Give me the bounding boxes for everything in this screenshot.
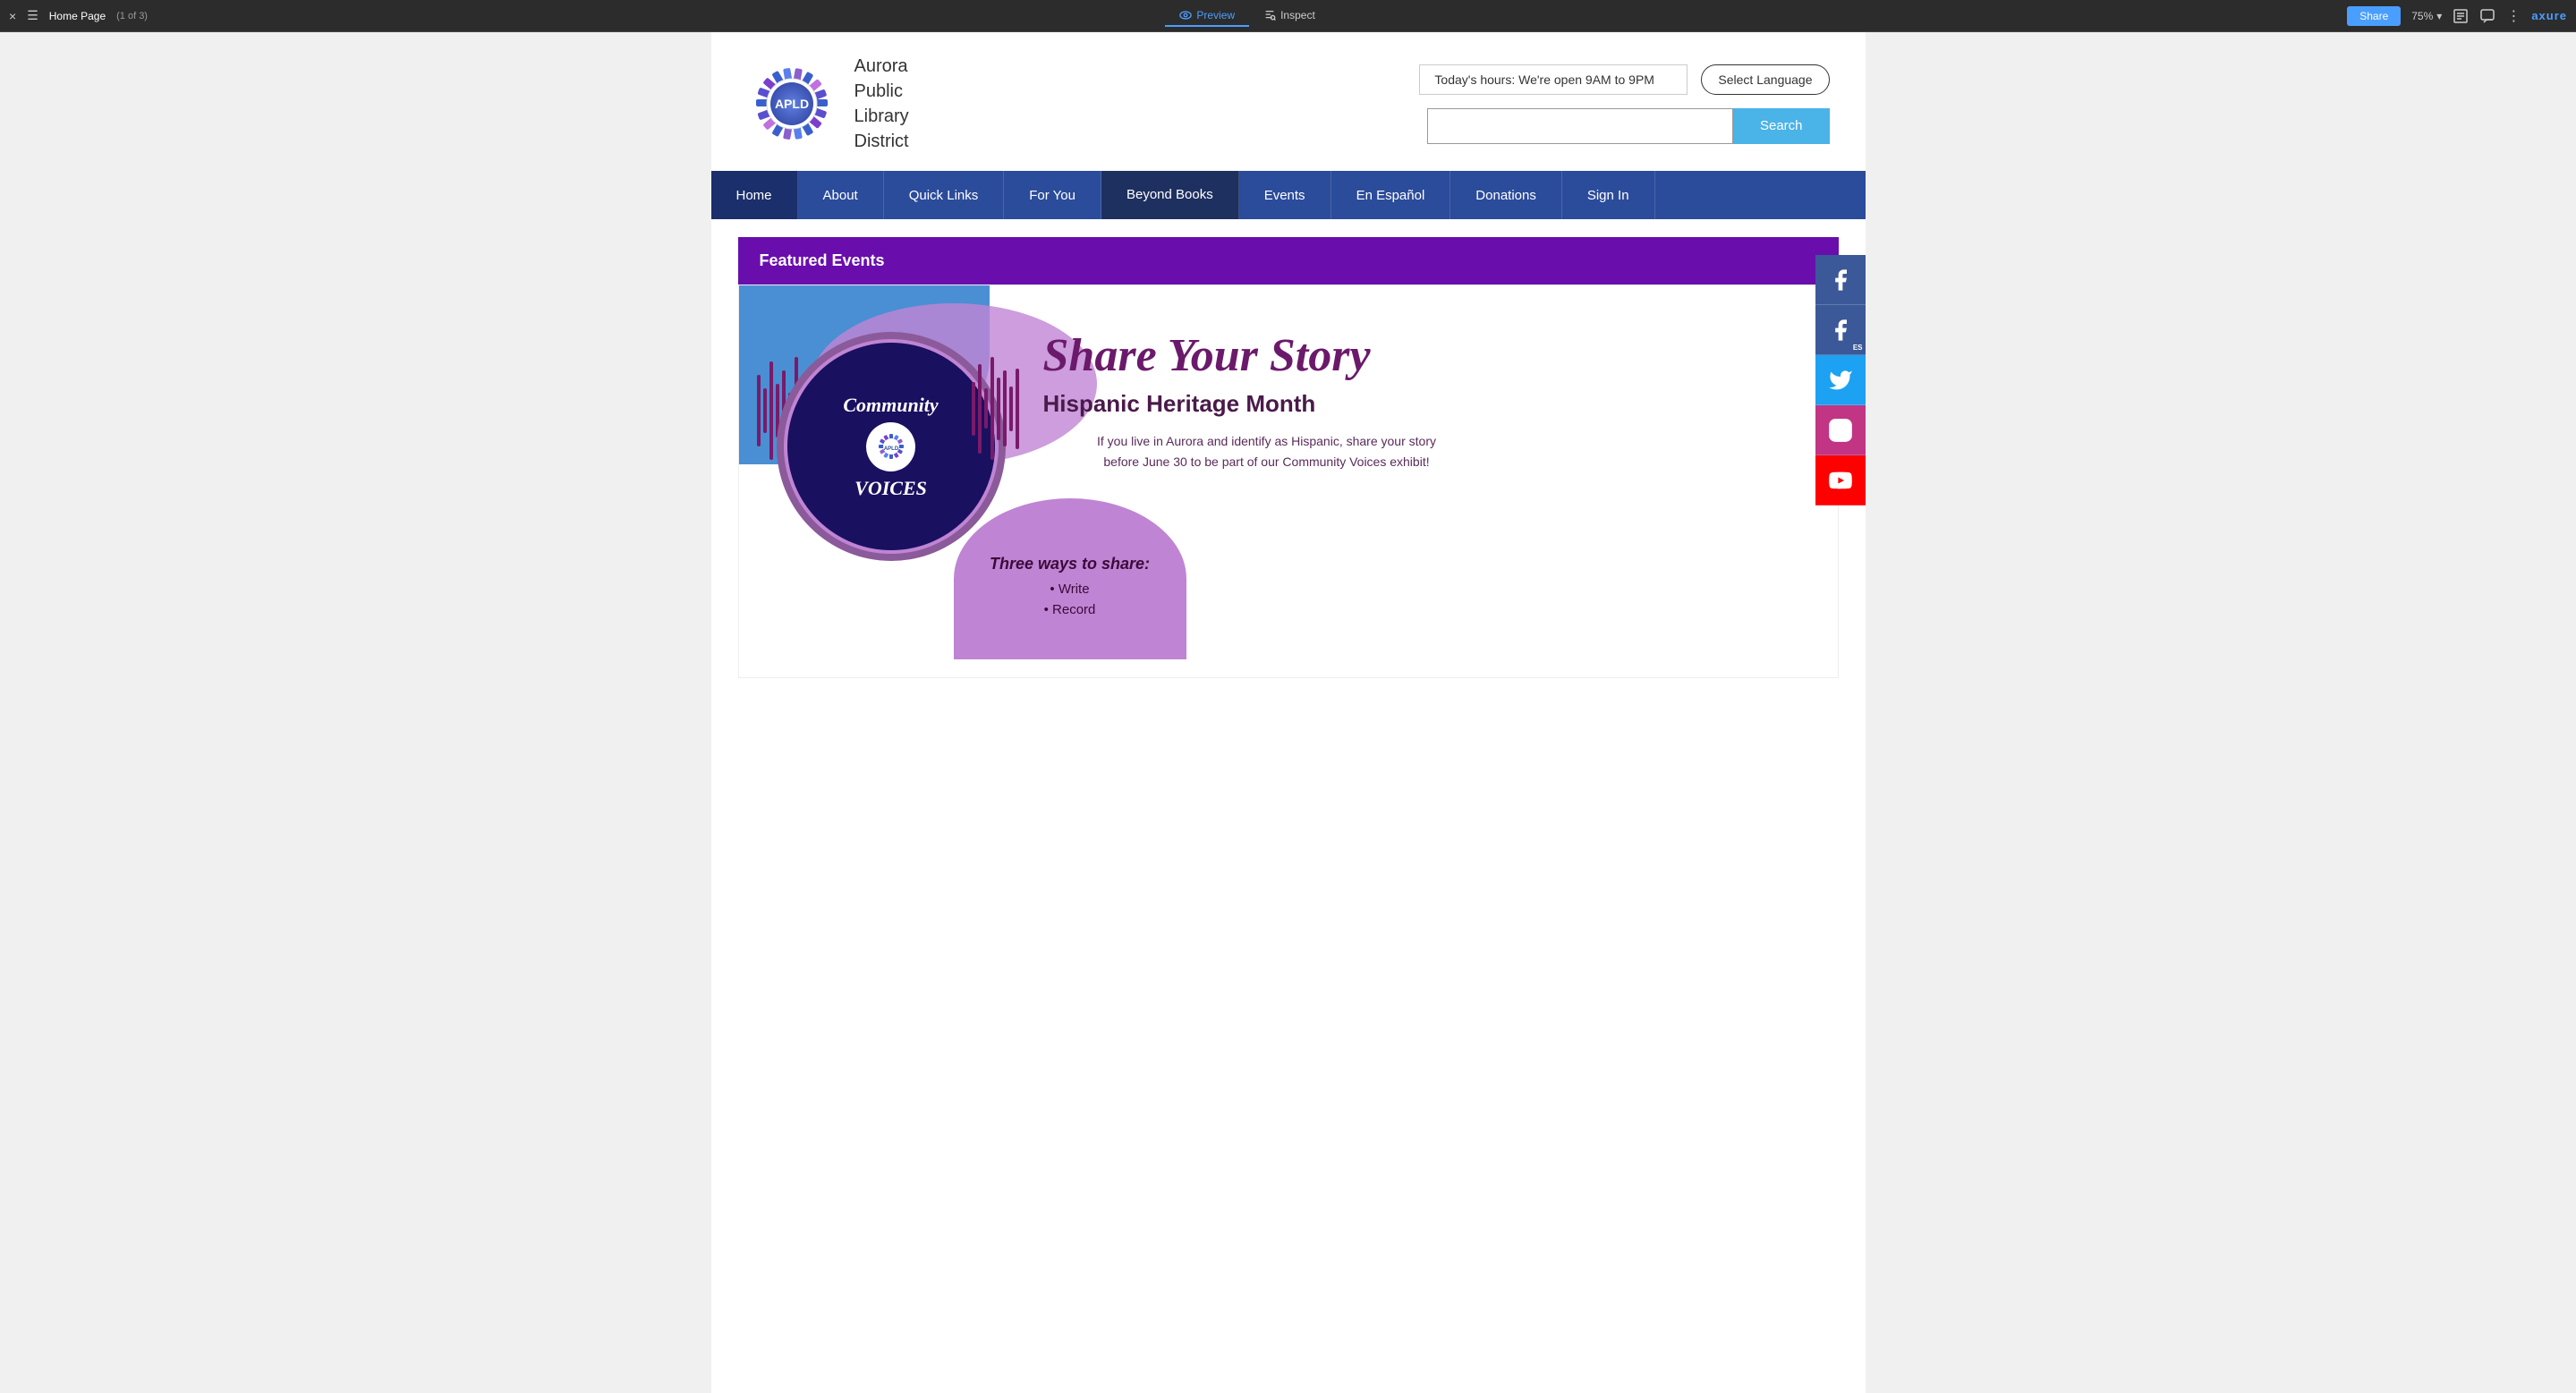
tab-inspect[interactable]: Inspect — [1249, 5, 1330, 27]
page-num: (1 of 3) — [116, 11, 148, 21]
navbar: Home About Quick Links For You Beyond Bo… — [711, 171, 1866, 219]
sound-bars-right — [972, 357, 1019, 460]
page-canvas: APLD Aurora Public Library District — [711, 32, 1866, 1393]
apld-mini-logo: APLD — [866, 422, 915, 471]
axure-logo: axure — [2531, 9, 2567, 22]
hispanic-subtitle: Hispanic Heritage Month — [1043, 390, 1811, 418]
share-button[interactable]: Share — [2347, 6, 2401, 26]
three-ways-item-record: • Record — [1044, 602, 1096, 617]
comments-icon[interactable] — [2479, 8, 2495, 24]
notes-icon[interactable] — [2453, 8, 2469, 24]
facebook-es-button[interactable]: ES — [1815, 305, 1866, 355]
three-ways-section: Three ways to share: • Write • Record — [1043, 498, 1811, 659]
community-circle: Community — [784, 339, 999, 554]
svg-text:APLD: APLD — [774, 97, 808, 111]
hours-lang-row: Today's hours: We're open 9AM to 9PM Sel… — [1419, 64, 1829, 95]
instagram-button[interactable] — [1815, 405, 1866, 455]
logo-area: APLD Aurora Public Library District — [738, 50, 1024, 157]
svg-text:APLD: APLD — [883, 446, 898, 452]
select-language-button[interactable]: Select Language — [1701, 64, 1829, 95]
hours-box: Today's hours: We're open 9AM to 9PM — [1419, 64, 1688, 95]
nav-item-home[interactable]: Home — [711, 171, 798, 219]
header-right: Today's hours: We're open 9AM to 9PM Sel… — [1042, 64, 1839, 144]
axure-toolbar: × ☰ Home Page (1 of 3) Preview Inspect S… — [0, 0, 2576, 32]
three-ways-blob: Three ways to share: • Write • Record — [954, 498, 1186, 659]
event-content: Community — [739, 285, 1838, 677]
content-area: Featured Events — [711, 219, 1866, 696]
header-area: APLD Aurora Public Library District — [711, 32, 1866, 171]
event-card: Community — [738, 285, 1839, 678]
nav-item-about[interactable]: About — [798, 171, 884, 219]
menu-icon[interactable]: ☰ — [27, 8, 38, 23]
three-ways-item-write: • Write — [1050, 582, 1089, 597]
nav-item-signin[interactable]: Sign In — [1562, 171, 1655, 219]
close-btn[interactable]: × — [9, 9, 16, 23]
youtube-button[interactable] — [1815, 455, 1866, 505]
event-text-side: Share Your Story Hispanic Heritage Month… — [1043, 303, 1811, 659]
zoom-control[interactable]: 75% ▾ — [2411, 10, 2442, 22]
nav-item-events[interactable]: Events — [1239, 171, 1331, 219]
logo-text: Aurora Public Library District — [854, 54, 909, 154]
tab-group: Preview Inspect — [1165, 5, 1329, 27]
page-title-label: Home Page — [49, 10, 106, 22]
nav-item-espanol[interactable]: En Español — [1331, 171, 1451, 219]
nav-item-quicklinks[interactable]: Quick Links — [884, 171, 1005, 219]
tab-preview[interactable]: Preview — [1165, 5, 1249, 27]
nav-item-foryou[interactable]: For You — [1004, 171, 1101, 219]
twitter-button[interactable] — [1815, 355, 1866, 405]
nav-item-beyondbooks[interactable]: Beyond Books — [1101, 171, 1239, 219]
community-top-text: Community — [843, 394, 938, 417]
share-story-title: Share Your Story — [1043, 330, 1811, 381]
logo-graphic: APLD — [738, 50, 846, 157]
search-button[interactable]: Search — [1733, 108, 1830, 144]
more-options-btn[interactable]: ⋮ — [2506, 7, 2521, 25]
three-ways-title: Three ways to share: — [990, 555, 1150, 573]
facebook-es-label: ES — [1853, 344, 1863, 352]
featured-events-banner: Featured Events — [738, 237, 1839, 285]
social-sidebar: ES — [1815, 255, 1866, 505]
community-bottom-text: VOICES — [854, 477, 927, 500]
event-logo-side: Community — [766, 339, 1016, 554]
search-row: Search — [1427, 108, 1830, 144]
facebook-button[interactable] — [1815, 255, 1866, 305]
event-description: If you live in Aurora and identify as Hi… — [1043, 431, 1491, 471]
nav-item-donations[interactable]: Donations — [1450, 171, 1562, 219]
search-input[interactable] — [1427, 108, 1733, 144]
